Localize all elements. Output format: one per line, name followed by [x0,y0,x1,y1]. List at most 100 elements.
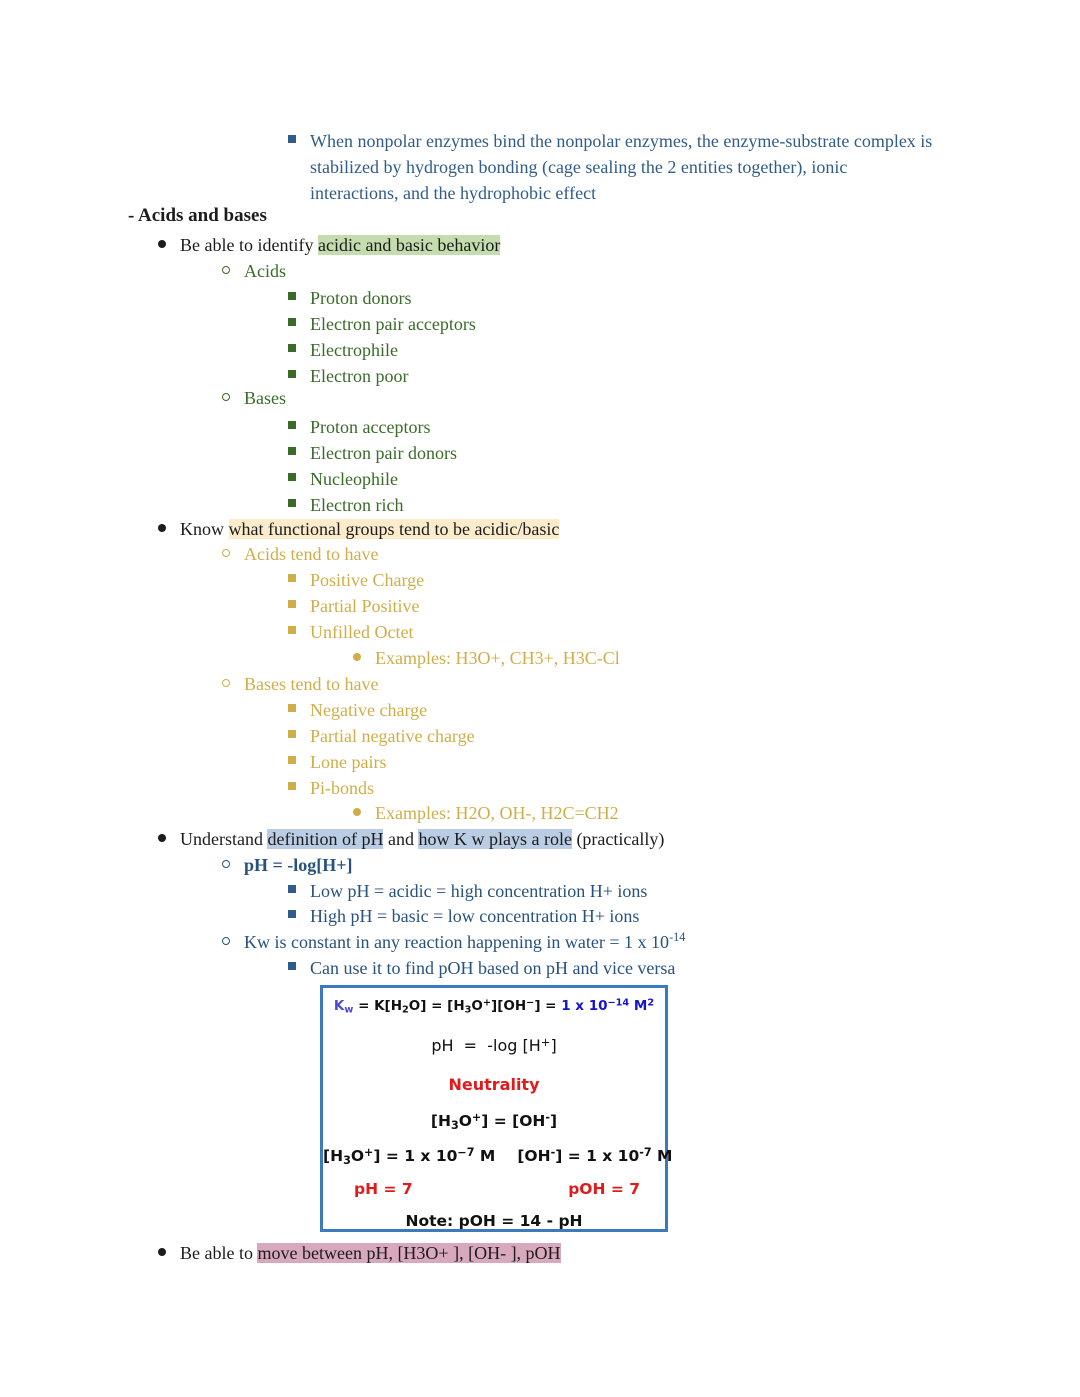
square-bullet-icon [288,466,310,492]
formula-box: Kw = K[H2O] = [H3O+][OH−] = 1 x 10−14 M2… [320,985,672,1232]
square-bullet-icon [288,492,310,518]
bases-item-label: Electron rich [310,495,404,515]
kw-sub-item-label: Can use it to find pOH based on pH and v… [310,958,676,978]
formula-ph-line: pH = -log [H+] [431,1034,557,1055]
bases-item-label: Nucleophile [310,469,398,489]
bases-tend-item-1: Partial negative charge [288,723,475,749]
ph-bullet-text: Understand definition of pH and how K w … [180,826,664,852]
square-bullet-icon [288,337,310,363]
bases-item-0: Proton acceptors [288,414,430,440]
bases-tend-examples: Examples: H2O, OH-, H2C=CH2 [375,803,619,823]
square-bullet-icon [288,285,310,311]
acids-tend-label: Acids tend to have [244,544,379,564]
dot-bullet-icon [158,1240,180,1266]
ph-sub-item-0: Low pH = acidic = high concentration H+ … [288,878,647,904]
identify-prefix: Be able to identify [180,235,318,255]
acids-tend-item-0: Positive Charge [288,567,424,593]
circle-bullet-icon [222,541,244,567]
functional-groups-highlight: what functional groups tend to be acidic… [228,519,560,539]
ph-bullet-row: Understand definition of pH and how K w … [158,826,664,852]
bases-label: Bases [244,388,286,408]
square-bullet-icon [288,440,310,466]
acids-label: Acids [244,261,286,281]
bases-tend-label: Bases tend to have [244,674,379,694]
bases-item-label: Proton acceptors [310,417,431,437]
square-bullet-icon [288,311,310,337]
bases-tend-item-0: Negative charge [288,697,427,723]
identify-highlight: acidic and basic behavior [317,235,501,255]
bases-label-row: Bases [222,385,286,411]
ph-highlight-1: definition of pH [267,829,384,849]
final-highlight: move between pH, [H3O+ ], [OH- ], pOH [257,1243,561,1263]
document-page: When nonpolar enzymes bind the nonpolar … [0,0,1080,1397]
bases-tend-item-2: Lone pairs [288,749,386,775]
dot-bullet-icon [353,800,375,826]
ph-definition: pH = -log[H+] [244,855,353,875]
identify-bullet-text: Be able to identify acidic and basic beh… [180,232,501,258]
circle-bullet-icon [222,929,244,955]
acids-tend-examples-row: Examples: H3O+, CH3+, H3C-Cl [353,645,620,671]
dot-bullet-icon [158,516,180,542]
acids-item-label: Electron poor [310,366,409,386]
dot-bullet-icon [158,826,180,852]
bases-item-label: Electron pair donors [310,443,457,463]
acids-tend-label-row: Acids tend to have [222,541,378,567]
final-bullet-row: Be able to move between pH, [H3O+ ], [OH… [158,1240,561,1266]
acids-tend-examples: Examples: H3O+, CH3+, H3C-Cl [375,648,620,668]
acids-item-2: Electrophile [288,337,398,363]
square-bullet-icon [288,955,310,981]
square-bullet-icon [288,775,310,801]
acids-item-3: Electron poor [288,363,408,389]
section-heading: - Acids and bases [128,205,267,226]
formula-neutrality-label: Neutrality [448,1075,540,1094]
formula-concentrations-line: [H3O+] = 1 x 10−7 M [OH-] = 1 x 10-7 M [323,1145,672,1167]
acids-item-label: Proton donors [310,288,412,308]
acids-tend-item-2: Unfilled Octet [288,619,413,645]
bases-tend-examples-row: Examples: H2O, OH-, H2C=CH2 [353,800,619,826]
ph-result: pH = 7 [354,1180,413,1198]
kw-constant-row: Kw is constant in any reaction happening… [222,929,685,955]
dot-bullet-icon [353,645,375,671]
formula-kw-line: Kw = K[H2O] = [H3O+][OH−] = 1 x 10−14 M2 [323,997,665,1016]
square-bullet-icon [288,723,310,749]
bases-item-2: Nucleophile [288,466,398,492]
circle-bullet-icon [222,385,244,411]
square-bullet-icon [288,128,310,154]
kw-sub-item-row: Can use it to find pOH based on pH and v… [288,955,675,981]
square-bullet-icon [288,697,310,723]
square-bullet-icon [288,593,310,619]
final-prefix: Be able to [180,1243,258,1263]
ph-definition-row: pH = -log[H+] [222,852,353,878]
ph-part3: (practically) [571,829,665,849]
square-bullet-icon [288,567,310,593]
conc-oh: [OH-] = 1 x 10-7 M [517,1145,673,1165]
ph-part1: Understand [180,829,268,849]
dot-bullet-icon [158,232,180,258]
ph-part2: and [383,829,419,849]
square-bullet-icon [288,363,310,389]
square-bullet-icon [288,749,310,775]
ph-sub-item-label: High pH = basic = low concentration H+ i… [310,906,640,926]
functional-groups-text: Know what functional groups tend to be a… [180,516,560,542]
ph-sub-item-1: High pH = basic = low concentration H+ i… [288,903,639,929]
bases-item-3: Electron rich [288,492,403,518]
acids-item-1: Electron pair acceptors [288,311,476,337]
acids-item-label: Electrophile [310,340,398,360]
kw-equation-mid: = K[H2O] = [H3O+][OH−] = [353,997,562,1016]
ph-sub-item-label: Low pH = acidic = high concentration H+ … [310,881,648,901]
acids-tend-item-label: Positive Charge [310,570,425,590]
conc-h3o: [H3O+] = 1 x 10−7 M [323,1145,496,1167]
acids-label-row: Acids [222,258,286,284]
acids-tend-item-label: Partial Positive [310,596,420,616]
formula-equality-line: [H3O+] = [OH-] [430,1110,558,1132]
square-bullet-icon [288,903,310,929]
intro-note-text: When nonpolar enzymes bind the nonpolar … [310,131,933,203]
circle-bullet-icon [222,852,244,878]
acids-tend-item-1: Partial Positive [288,593,420,619]
intro-note-row: When nonpolar enzymes bind the nonpolar … [288,128,938,206]
kw-constant-text: Kw is constant in any reaction happening… [244,929,685,955]
bases-item-1: Electron pair donors [288,440,457,466]
kw-constant-main: Kw is constant in any reaction happening… [244,932,670,952]
bases-tend-label-row: Bases tend to have [222,671,378,697]
square-bullet-icon [288,414,310,440]
